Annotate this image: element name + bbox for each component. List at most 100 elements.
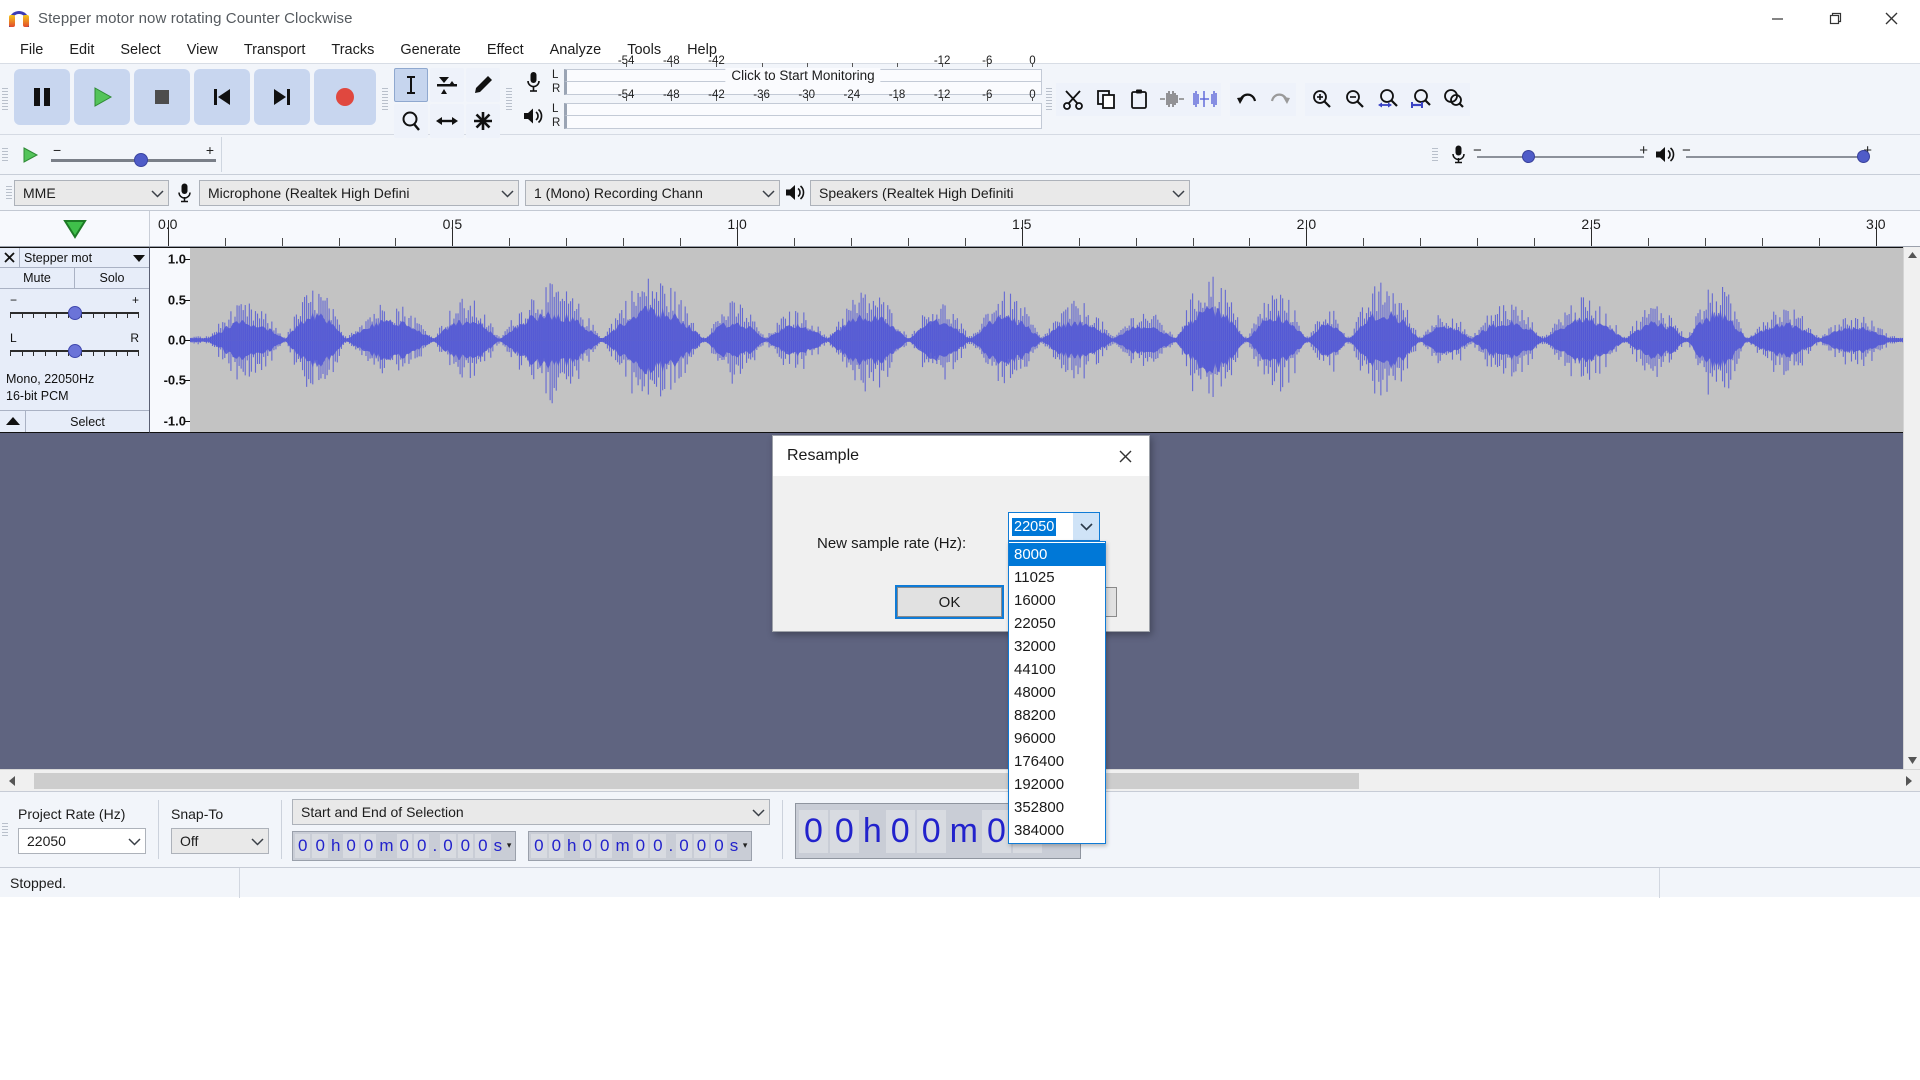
mute-button[interactable]: Mute [0,268,74,288]
playback-meter-bars[interactable]: -54 -48 -42 -36 -30 -24 -18 -12 -6 0 [564,89,1042,131]
chevron-down-icon[interactable] [1073,513,1099,540]
time-unit[interactable]: . [667,834,676,858]
scroll-up-button[interactable] [1904,247,1920,264]
envelope-tool-button[interactable] [430,68,464,102]
time-digit[interactable]: 0 [676,833,692,858]
timeline-play-head-icon[interactable] [0,211,150,246]
solo-button[interactable]: Solo [74,268,149,288]
time-digit[interactable]: 0 [396,833,412,858]
pan-slider[interactable]: L R [10,331,139,365]
menu-help[interactable]: Help [674,39,730,61]
time-digit[interactable]: 0 [829,809,859,853]
recording-meter[interactable]: LR -54 -48 -42 -12 -6 0 Click to Start Monito… [516,55,1042,97]
multi-tool-button[interactable] [466,104,500,138]
selection-mode-select[interactable]: Start and End of Selection [292,798,770,825]
trim-audio-button[interactable] [1155,82,1188,116]
sample-rate-option[interactable]: 384000 [1009,819,1105,842]
close-icon[interactable] [1863,0,1920,37]
time-unit[interactable]: h [329,834,342,858]
scroll-down-button[interactable] [1904,752,1920,769]
sample-rate-option[interactable]: 88200 [1009,704,1105,727]
play-button[interactable] [74,69,130,125]
menu-analyze[interactable]: Analyze [537,39,615,61]
waveform-display[interactable] [190,247,1920,433]
time-digit[interactable]: 0 [360,833,377,858]
time-digit[interactable]: 0 [579,833,595,858]
snap-to-select[interactable]: Off [171,827,269,854]
close-track-button[interactable] [0,247,20,268]
minimize-icon[interactable] [1749,0,1806,37]
close-icon[interactable] [1103,436,1147,476]
stop-button[interactable] [134,69,190,125]
time-unit[interactable]: h [565,834,578,858]
sample-rate-option[interactable]: 11025 [1009,566,1105,589]
time-digit[interactable]: 0 [981,809,1011,853]
draw-tool-button[interactable] [466,68,500,102]
zoom-in-button[interactable] [1305,82,1338,116]
sample-rate-option[interactable]: 32000 [1009,635,1105,658]
time-spinner[interactable]: ▾ [740,840,750,851]
ok-button[interactable]: OK [895,585,1004,619]
sample-rate-dropdown-list[interactable]: 8000 11025 16000 22050 32000 44100 48000 88200 9… [1008,541,1106,844]
time-digit[interactable]: 0 [799,809,828,853]
sample-rate-option[interactable]: 192000 [1009,773,1105,796]
time-shift-tool-button[interactable] [430,104,464,138]
sample-rate-combobox[interactable]: 22050 [1008,512,1100,541]
menu-select[interactable]: Select [107,39,173,61]
playback-volume-slider[interactable]: − + [1682,140,1872,170]
scroll-right-button[interactable] [1896,770,1920,792]
menu-effect[interactable]: Effect [474,39,537,61]
playback-speed-slider[interactable]: − + [51,142,216,168]
time-digit[interactable]: 0 [650,833,666,858]
sample-rate-option[interactable]: 96000 [1009,727,1105,750]
time-spinner[interactable]: ▾ [504,840,514,851]
time-digit[interactable]: 0 [312,833,328,858]
time-unit[interactable]: m [947,810,981,853]
fit-selection-to-width-button[interactable] [1371,82,1404,116]
time-digit[interactable]: 0 [413,833,430,858]
play-at-speed-button[interactable] [15,145,45,165]
time-digit[interactable]: 0 [596,833,613,858]
time-digit[interactable]: 0 [693,833,710,858]
time-digit[interactable]: 0 [457,833,474,858]
time-digit[interactable]: 0 [475,833,491,858]
time-unit[interactable]: s [492,834,505,858]
gain-slider[interactable]: − + [10,293,139,327]
zoom-out-button[interactable] [1338,82,1371,116]
edit-toolbar-grip[interactable] [1044,64,1054,134]
time-digit[interactable]: 0 [295,833,311,858]
time-digit[interactable]: 0 [885,809,915,853]
recording-channels-select[interactable]: 1 (Mono) Recording Chann [525,179,780,206]
fit-project-to-width-button[interactable] [1404,82,1437,116]
menu-transport[interactable]: Transport [231,39,319,61]
selection-toolbar-grip[interactable] [0,792,10,867]
paste-button[interactable] [1122,82,1155,116]
timeline-ruler[interactable]: 0.0 0.5 1.0 1.5 2.0 2.5 3.0 [150,211,1920,246]
mixer-toolbar-grip[interactable] [1430,135,1440,174]
project-rate-select[interactable]: 22050 [18,827,146,854]
play-at-speed-grip[interactable] [0,135,10,174]
time-digit[interactable]: 0 [343,833,359,858]
undo-button[interactable] [1230,82,1263,116]
time-unit[interactable]: m [613,834,631,858]
horizontal-scroll-track[interactable] [24,772,1896,789]
tools-toolbar-grip[interactable] [380,64,390,134]
meter-toolbar-grip[interactable] [504,64,514,134]
recording-volume-slider[interactable]: − + [1473,140,1648,170]
transport-toolbar-grip[interactable] [0,64,10,134]
silence-audio-button[interactable] [1188,82,1221,116]
sample-rate-option[interactable]: 48000 [1009,681,1105,704]
timeline[interactable]: 0.0 0.5 1.0 1.5 2.0 2.5 3.0 [0,211,1920,247]
click-to-start-monitoring-label[interactable]: Click to Start Monitoring [725,68,881,83]
menu-view[interactable]: View [174,39,231,61]
time-digit[interactable]: 0 [440,833,456,858]
zoom-tool-button[interactable] [394,104,428,138]
audio-host-select[interactable]: MME [14,179,169,206]
maximize-icon[interactable] [1806,0,1863,37]
pause-button[interactable] [14,69,70,125]
redo-button[interactable] [1263,82,1296,116]
sample-rate-option[interactable]: 8000 [1009,543,1105,566]
playback-device-select[interactable]: Speakers (Realtek High Definiti [810,179,1190,206]
menu-tools[interactable]: Tools [614,39,674,61]
selection-start-time[interactable]: 0 0 h 0 0 m 0 0. 0 0 0 s ▾ [292,830,517,861]
